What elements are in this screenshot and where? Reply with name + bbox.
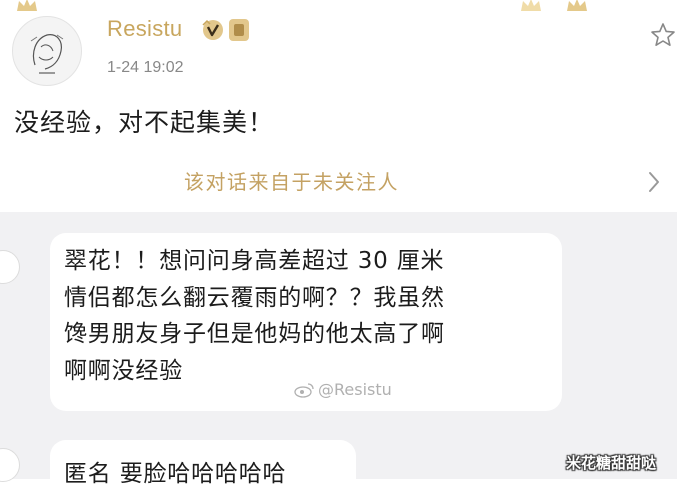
crown-icon (567, 0, 587, 11)
member-badge-icon (229, 19, 249, 41)
chevron-right-icon[interactable] (645, 169, 663, 195)
message-bubble[interactable]: 匿名 要脸哈哈哈哈哈 (50, 440, 356, 500)
message-line: 翠花！！想问问身高差超过 30 厘米 (64, 248, 445, 274)
v-badge-icon (202, 19, 223, 40)
watermark-text: @Resistu (318, 380, 392, 399)
watermark-corner: 米花糖甜甜哒 (566, 454, 657, 472)
avatar-sketch-icon (30, 34, 64, 74)
weibo-icon (294, 382, 314, 398)
watermark-center: @Resistu (294, 380, 392, 399)
username[interactable]: Resistu (107, 16, 182, 42)
star-icon[interactable] (649, 21, 677, 49)
message-line: 匿名 要脸哈哈哈哈哈 (64, 461, 287, 487)
notice-text: 该对话来自于未关注人 (184, 170, 399, 194)
crown-icon (17, 0, 37, 11)
crown-icon (521, 0, 541, 11)
avatar[interactable] (12, 16, 82, 86)
notice-row[interactable]: 该对话来自于未关注人 (0, 163, 677, 203)
post-text: 没经验，对不起集美！ (14, 108, 275, 137)
message-line: 情侣都怎么翻云覆雨的啊？？我虽然 (64, 284, 445, 311)
message-line: 馋男朋友身子但是他妈的他太高了啊 (64, 321, 445, 347)
post-timestamp: 1-24 19:02 (107, 59, 184, 76)
